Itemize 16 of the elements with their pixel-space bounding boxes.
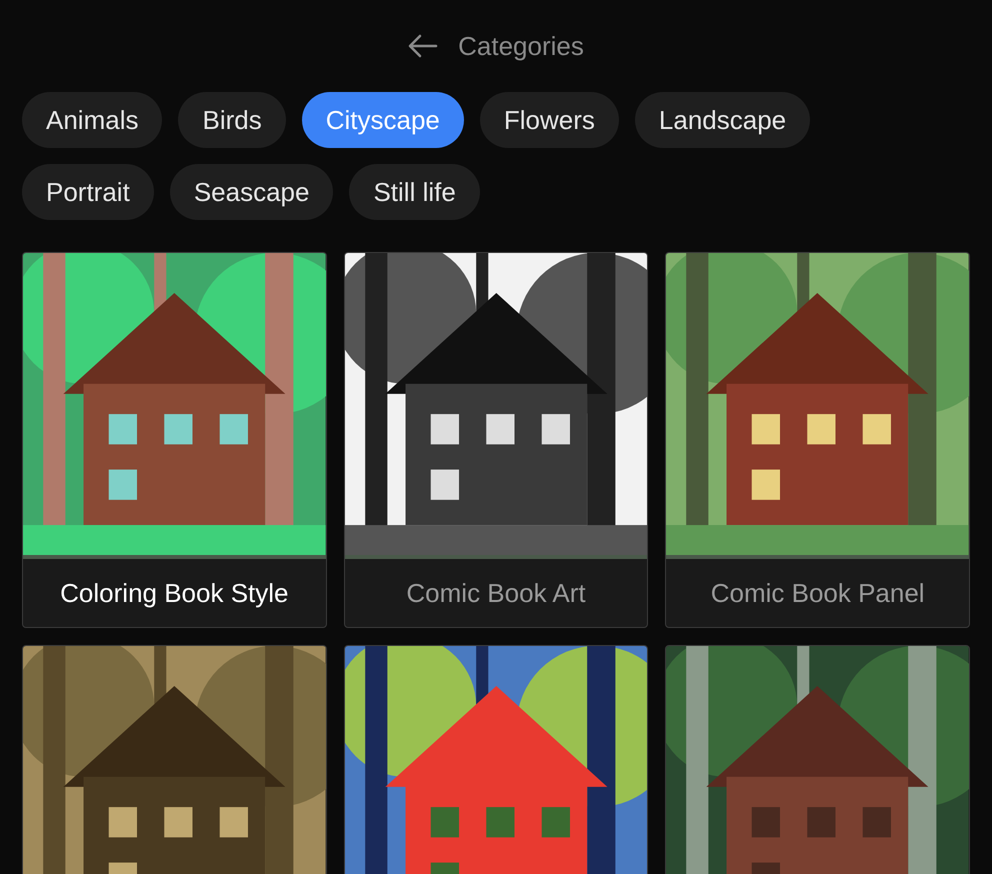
style-title: Coloring Book Style [60,576,288,610]
style-title: Comic Book Art [406,576,586,610]
category-chip[interactable]: Birds [178,92,286,148]
style-card[interactable]: Coloring Book Style [22,252,327,628]
category-chip[interactable]: Still life [349,164,480,220]
category-chip[interactable]: Animals [22,92,162,148]
category-chip[interactable]: Seascape [170,164,334,220]
back-arrow-icon[interactable] [408,34,438,58]
category-chip[interactable]: Flowers [480,92,619,148]
style-card[interactable]: Comic Book Art [344,252,648,628]
category-chip[interactable]: Cityscape [302,92,464,148]
style-title: Comic Book Panel [710,576,925,610]
category-chip[interactable]: Landscape [634,92,810,148]
category-chip[interactable]: Portrait [22,164,154,220]
page-title: Categories [458,30,584,62]
style-card[interactable]: Comic Book Panel [665,252,970,628]
